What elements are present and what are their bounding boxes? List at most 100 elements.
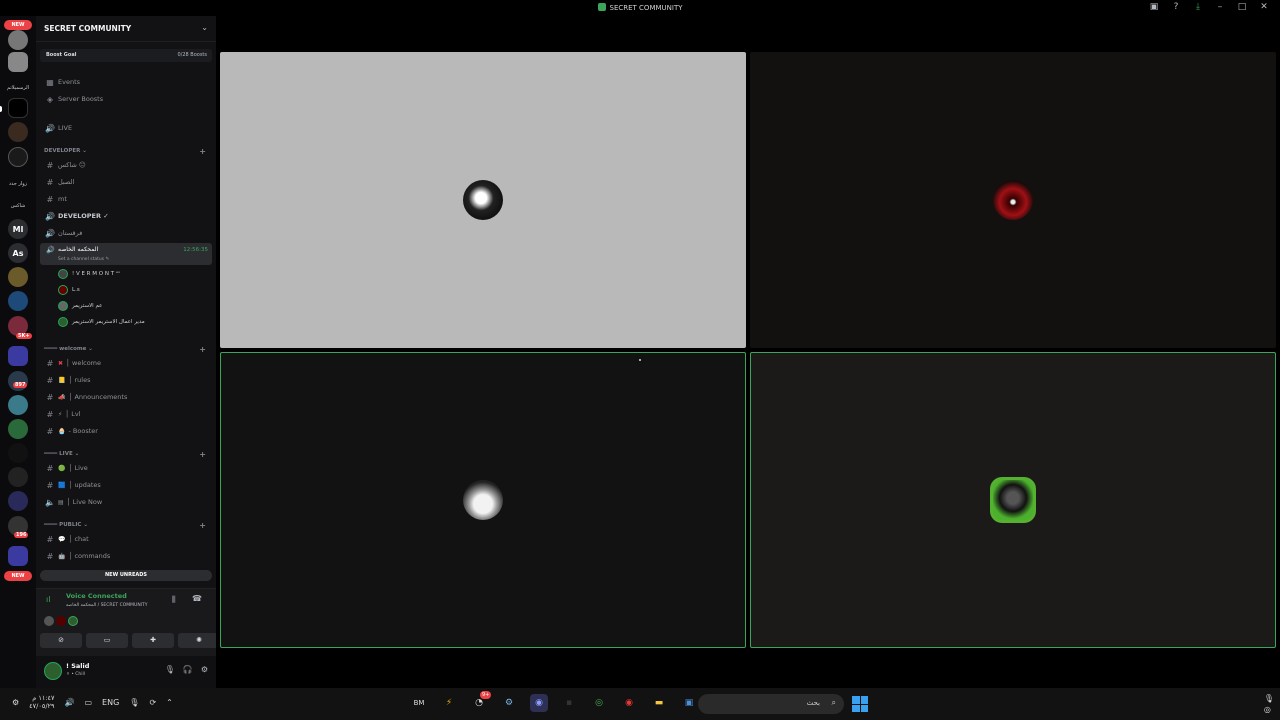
server-icon[interactable]	[8, 467, 28, 487]
username[interactable]: ! Salid	[66, 662, 89, 670]
add-channel-icon[interactable]: +	[199, 345, 206, 354]
clock[interactable]: ١١:٤٧ م ٤٧/٠٥/٢٩	[29, 694, 54, 710]
activities-button[interactable]: ✚	[132, 633, 174, 648]
channel-item[interactable]: # الصبل	[44, 175, 212, 189]
server-icon[interactable]	[8, 371, 28, 391]
channel-item[interactable]: 🔊 DEVELOPER ✓	[44, 209, 212, 223]
network-icon[interactable]: ▭	[84, 698, 92, 707]
discord-icon[interactable]: ◉	[530, 694, 548, 712]
settings-gear-icon[interactable]: ⚙	[201, 665, 208, 674]
server-label[interactable]: شاكس	[6, 196, 30, 216]
channel-item[interactable]: # 🟦 │ updates	[44, 478, 212, 492]
microphone-icon[interactable]: 🎙	[165, 665, 175, 674]
server-icon[interactable]	[8, 122, 28, 142]
chrome-icon[interactable]: ◎	[590, 694, 608, 712]
chevron-up-icon[interactable]: ⌃	[166, 698, 173, 707]
server-label[interactable]: الرسميلاتم	[6, 78, 30, 98]
category-welcome[interactable]: ━━━━ welcome ⌄ +	[44, 344, 212, 354]
participant-tile-speaking[interactable]	[220, 352, 746, 648]
app-icon[interactable]: ◔ 9+	[470, 691, 492, 712]
steam-icon[interactable]: ⚙	[500, 694, 518, 712]
settings-icon[interactable]: ⚙	[12, 698, 19, 707]
channel-item[interactable]: # شاكس 😑	[44, 158, 212, 172]
channel-item[interactable]: # 📒 │ rules	[44, 373, 212, 387]
server-icon[interactable]	[8, 98, 28, 118]
server-icon[interactable]	[8, 147, 28, 167]
voice-location[interactable]: المحكمه الخاصه / SECRET COMMUNITY	[66, 603, 148, 608]
boost-goal-bar[interactable]: Boost Goal 0/28 Boosts	[40, 49, 212, 62]
channel-item[interactable]: # 🧁 - Booster	[44, 424, 212, 438]
new-badge-top[interactable]: NEW	[4, 20, 32, 30]
server-icon[interactable]	[8, 30, 28, 50]
channel-item[interactable]: 🔈 ▤ │ Live Now	[44, 495, 212, 509]
app-icon[interactable]: ◉	[620, 694, 638, 712]
language-indicator[interactable]: ENG	[102, 698, 119, 707]
server-icon[interactable]	[8, 443, 28, 463]
channel-item[interactable]: # 💬 │ chat	[44, 532, 212, 546]
participant-tile-speaking[interactable]	[750, 352, 1276, 648]
server-as[interactable]: As	[8, 243, 28, 263]
windows-start-icon[interactable]	[852, 696, 868, 712]
channel-item[interactable]: 🔊 فرقستان	[44, 226, 212, 240]
category-public[interactable]: ━━━━ PUBLIC ⌄ +	[44, 520, 212, 530]
new-badge-bottom[interactable]: NEW	[4, 571, 32, 581]
screen-share-button[interactable]: ▭	[86, 633, 128, 648]
channel-item[interactable]: # mt	[44, 192, 212, 206]
user-avatar[interactable]	[44, 662, 62, 680]
help-icon[interactable]: ?	[1170, 2, 1182, 12]
microphone-icon[interactable]: 🎙	[1264, 694, 1274, 703]
close-button[interactable]: ✕	[1258, 2, 1270, 12]
category-live[interactable]: ━━━━ LIVE ⌄ +	[44, 449, 212, 459]
participant-tile[interactable]	[750, 52, 1276, 348]
voice-user[interactable]: عم الاستريمر	[58, 299, 102, 313]
channel-item[interactable]: # 🟢 │ Live	[44, 461, 212, 475]
new-unreads-button[interactable]: NEW UNREADS	[40, 570, 212, 581]
microphone-icon[interactable]: 🎙	[129, 698, 139, 707]
channel-item[interactable]: # ✖ │ welcome	[44, 356, 212, 370]
voice-user[interactable]: L.s	[58, 283, 80, 297]
app-icon[interactable]: ⚡	[440, 694, 458, 712]
download-icon[interactable]: ⤓	[1192, 2, 1204, 12]
add-channel-icon[interactable]: +	[199, 450, 206, 459]
volume-icon[interactable]: 🔊	[65, 698, 75, 707]
app-icon[interactable]: ▣	[680, 694, 698, 712]
channel-item[interactable]: # 🤖 │ commands	[44, 549, 212, 563]
category-developer[interactable]: DEVELOPER ⌄ +	[44, 146, 212, 156]
channel-item[interactable]: # 📣 │ Announcements	[44, 390, 212, 404]
channel-status[interactable]: Set a channel status ✎	[58, 257, 109, 262]
participant-tile[interactable]	[220, 52, 746, 348]
noise-suppression-icon[interactable]: ⫼	[172, 595, 176, 605]
inbox-icon[interactable]: ▣	[1148, 2, 1160, 12]
server-header[interactable]: SECRET COMMUNITY ⌄	[36, 16, 216, 42]
taskbar-search[interactable]: بحث ⌕	[698, 694, 844, 714]
server-icon[interactable]	[8, 267, 28, 287]
server-icon[interactable]	[8, 491, 28, 511]
folder-icon[interactable]	[8, 546, 28, 566]
voice-user[interactable]: مدير اعمال الاستريمر الاستريمر	[58, 315, 145, 329]
channel-live[interactable]: 🔊 LIVE	[44, 121, 212, 135]
server-ml[interactable]: Ml	[8, 219, 28, 239]
server-label[interactable]: زوار جدد	[6, 174, 30, 194]
maximize-button[interactable]: □	[1236, 2, 1248, 12]
server-icon[interactable]	[8, 395, 28, 415]
soundboard-button[interactable]: ✺	[178, 633, 220, 648]
app-icon[interactable]: ▪	[560, 694, 578, 712]
folder-icon[interactable]	[8, 346, 28, 366]
minimize-button[interactable]: –	[1214, 2, 1226, 12]
active-voice-channel[interactable]: 🔊 المحكمه الخاصه Set a channel status ✎ …	[40, 243, 212, 265]
server-icon[interactable]	[8, 52, 28, 72]
channel-item[interactable]: # ⚡ │ Lvl	[44, 407, 212, 421]
headphones-icon[interactable]: 🎧	[183, 665, 193, 674]
sync-icon[interactable]: ⟳	[149, 698, 156, 707]
chevron-down-icon[interactable]: ⌄	[201, 23, 208, 32]
server-boosts-link[interactable]: ◈ Server Boosts	[44, 92, 212, 106]
disconnect-icon[interactable]: ☎	[192, 594, 202, 603]
add-channel-icon[interactable]: +	[199, 521, 206, 530]
app-icon[interactable]: BM	[410, 694, 428, 712]
add-channel-icon[interactable]: +	[199, 147, 206, 156]
server-icon[interactable]	[8, 291, 28, 311]
copilot-icon[interactable]: ◎	[1264, 705, 1274, 714]
signal-icon[interactable]: ıl	[46, 595, 50, 604]
voice-user[interactable]: ! V E R M O N T ᵘˢ	[58, 267, 120, 281]
server-icon[interactable]	[8, 419, 28, 439]
